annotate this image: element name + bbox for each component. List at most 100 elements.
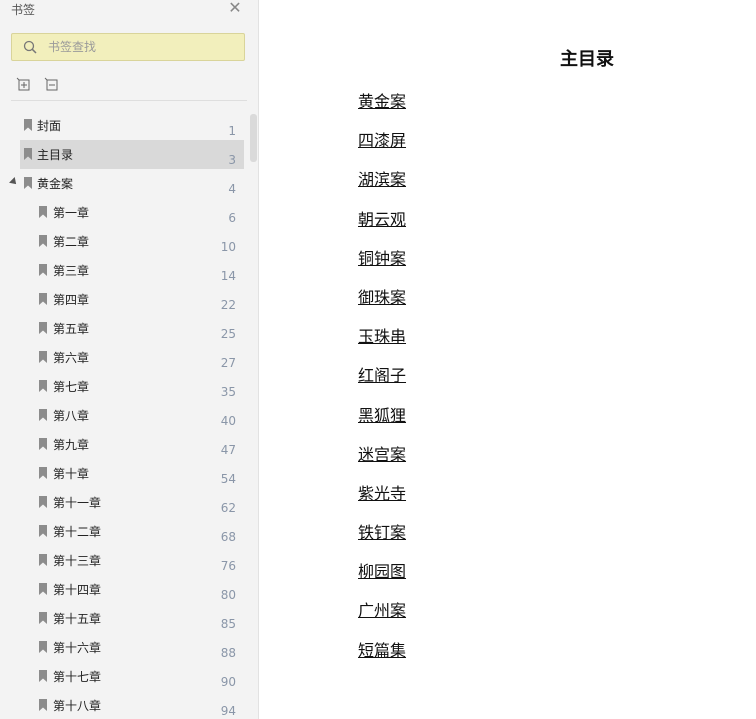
bookmark-page-number: 90 xyxy=(220,675,236,689)
bookmark-label: 第十六章 xyxy=(53,641,102,655)
toc-link[interactable]: 铜钟案 xyxy=(358,245,406,284)
bookmark-label: 第九章 xyxy=(53,438,90,452)
bookmark-item[interactable]: 第四章 22 xyxy=(0,285,258,314)
bookmark-icon xyxy=(39,554,47,566)
bookmark-page-number: 80 xyxy=(220,588,236,602)
bookmark-page-number: 94 xyxy=(220,704,236,718)
sidebar-title: 书签 xyxy=(11,3,36,17)
toc-link[interactable]: 黄金案 xyxy=(358,88,406,127)
bookmark-icon xyxy=(39,467,47,479)
bookmark-label: 主目录 xyxy=(37,148,74,162)
bookmark-label: 第八章 xyxy=(53,409,90,423)
bookmark-label: 封面 xyxy=(37,119,62,133)
toc-link[interactable]: 朝云观 xyxy=(358,206,406,245)
bookmark-page-number: 25 xyxy=(220,327,236,341)
toc-link[interactable]: 迷宫案 xyxy=(358,441,406,480)
bookmark-page-number: 88 xyxy=(220,646,236,660)
bookmark-search-box[interactable] xyxy=(11,33,245,61)
bookmark-page-number: 62 xyxy=(220,501,236,515)
bookmark-sidebar: 书签 ✕ 封面 1 主目录 3 黄金案 4 第一章 6 第二章 10 第三章 14 第四章 22 第五章 25… xyxy=(0,0,259,719)
bookmark-label: 第十三章 xyxy=(53,554,102,568)
bookmark-item[interactable]: 第十一章 62 xyxy=(0,488,258,517)
bookmark-icon xyxy=(39,322,47,334)
bookmark-icon xyxy=(24,148,32,160)
bookmark-label: 第十七章 xyxy=(53,670,102,684)
bookmark-item[interactable]: 第十五章 85 xyxy=(0,604,258,633)
bookmark-item[interactable]: 第八章 40 xyxy=(0,401,258,430)
bookmark-label: 第一章 xyxy=(53,206,90,220)
bookmark-icon xyxy=(39,699,47,711)
bookmark-item[interactable]: 第五章 25 xyxy=(0,314,258,343)
table-of-contents: 黄金案 四漆屏 湖滨案 朝云观 铜钟案 御珠案 玉珠串 红阁子 黑狐狸 迷宫案 紫光寺 铁钉案 柳园图广… xyxy=(358,88,406,676)
bookmark-page-number: 35 xyxy=(220,385,236,399)
bookmark-icon xyxy=(39,641,47,653)
bookmark-label: 第五章 xyxy=(53,322,90,336)
toc-link[interactable]: 黑狐狸 xyxy=(358,402,406,441)
toc-link[interactable]: 玉珠串 xyxy=(358,323,406,362)
search-input[interactable] xyxy=(48,38,238,56)
search-icon xyxy=(23,40,37,54)
toc-link[interactable]: 御珠案 xyxy=(358,284,406,323)
bookmark-page-number: 27 xyxy=(220,356,236,370)
bookmark-item[interactable]: 第二章 10 xyxy=(0,227,258,256)
bookmark-label: 黄金案 xyxy=(37,177,74,191)
bookmark-icon xyxy=(39,380,47,392)
bookmark-item[interactable]: 第九章 47 xyxy=(0,430,258,459)
bookmark-page-number: 6 xyxy=(228,211,236,225)
bookmark-label: 第二章 xyxy=(53,235,90,249)
bookmark-icon xyxy=(39,583,47,595)
bookmark-icon xyxy=(39,409,47,421)
bookmark-label: 第十五章 xyxy=(53,612,102,626)
bookmark-item[interactable]: 第一章 6 xyxy=(0,198,258,227)
sidebar-scrollbar[interactable] xyxy=(250,114,257,162)
collapse-all-icon[interactable] xyxy=(44,77,60,93)
toc-link[interactable]: 湖滨案 xyxy=(358,166,406,205)
bookmark-page-number: 1 xyxy=(228,124,236,138)
bookmark-label: 第十四章 xyxy=(53,583,102,597)
bookmark-label: 第十一章 xyxy=(53,496,102,510)
document-title: 主目录 xyxy=(560,49,614,70)
bookmark-list: 封面 1 主目录 3 黄金案 4 第一章 6 第二章 10 第三章 14 第四章 22 第五章 25 第六章 27… xyxy=(0,111,258,719)
toc-link[interactable]: 短篇集 xyxy=(358,637,406,676)
bookmark-item[interactable]: 第十章 54 xyxy=(0,459,258,488)
bookmark-label: 第十二章 xyxy=(53,525,102,539)
bookmark-item[interactable]: 第十八章 94 xyxy=(0,691,258,719)
bookmark-item[interactable]: 第六章 27 xyxy=(0,343,258,372)
bookmark-icon xyxy=(39,438,47,450)
bookmark-item[interactable]: 第十二章 68 xyxy=(0,517,258,546)
bookmark-page-number: 14 xyxy=(220,269,236,283)
bookmark-label: 第十章 xyxy=(53,467,90,481)
bookmark-page-number: 47 xyxy=(220,443,236,457)
expand-arrow-icon[interactable] xyxy=(9,177,19,187)
bookmark-item[interactable]: 第十七章 90 xyxy=(0,662,258,691)
bookmark-item[interactable]: 第十三章 76 xyxy=(0,546,258,575)
bookmark-item[interactable]: 第七章 35 xyxy=(0,372,258,401)
toc-link[interactable]: 四漆屏 xyxy=(358,127,406,166)
bookmark-item[interactable]: 第十六章 88 xyxy=(0,633,258,662)
bookmark-icon xyxy=(39,612,47,624)
bookmark-page-number: 4 xyxy=(228,182,236,196)
bookmark-page-number: 10 xyxy=(220,240,236,254)
bookmark-page-number: 68 xyxy=(220,530,236,544)
bookmark-label: 第十八章 xyxy=(53,699,102,713)
toc-link[interactable]: 柳园图 xyxy=(358,558,406,597)
expand-all-icon[interactable] xyxy=(16,77,32,93)
bookmark-item[interactable]: 第十四章 80 xyxy=(0,575,258,604)
bookmark-page-number: 54 xyxy=(220,472,236,486)
bookmark-icon xyxy=(39,206,47,218)
toc-link[interactable]: 铁钉案 xyxy=(358,519,406,558)
bookmark-icon xyxy=(39,351,47,363)
bookmark-item[interactable]: 主目录 3 xyxy=(0,140,258,169)
bookmark-icon xyxy=(39,293,47,305)
toc-link[interactable]: 红阁子 xyxy=(358,362,406,401)
bookmark-icon xyxy=(39,496,47,508)
bookmark-item[interactable]: 黄金案 4 xyxy=(0,169,258,198)
bookmark-item[interactable]: 封面 1 xyxy=(0,111,258,140)
close-icon[interactable]: ✕ xyxy=(227,0,243,16)
bookmark-icon xyxy=(24,177,32,189)
toc-link[interactable]: 紫光寺 xyxy=(358,480,406,519)
toc-link[interactable]: 广州案 xyxy=(358,597,406,636)
bookmark-item[interactable]: 第三章 14 xyxy=(0,256,258,285)
bookmark-label: 第七章 xyxy=(53,380,90,394)
bookmark-icon xyxy=(24,119,32,131)
